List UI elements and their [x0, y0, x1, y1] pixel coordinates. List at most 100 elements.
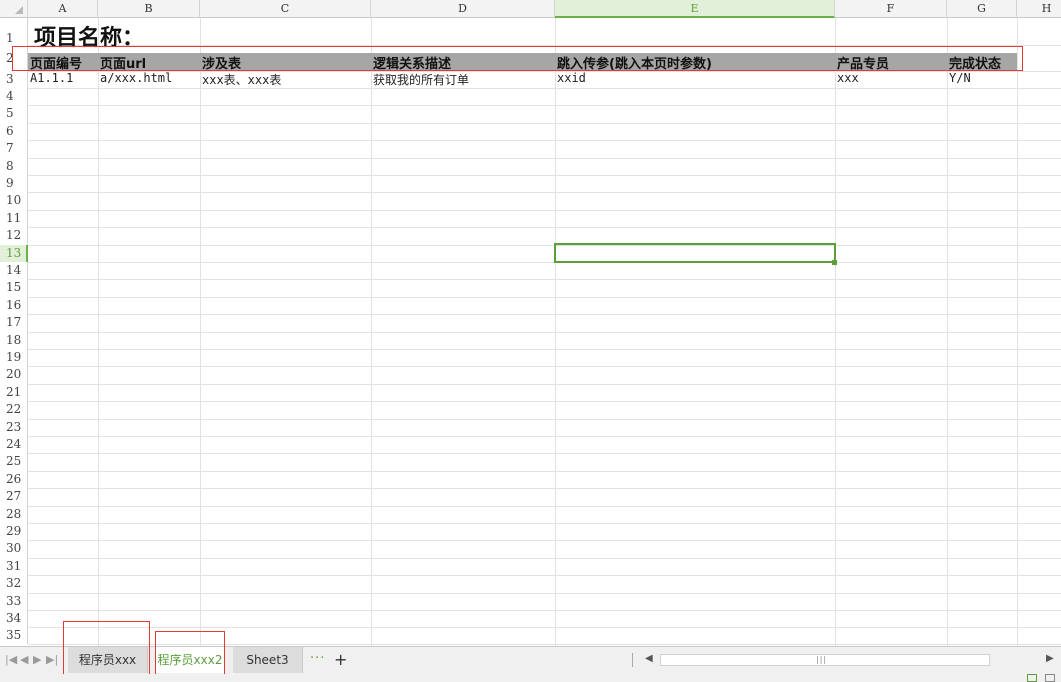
grid-line — [28, 592, 1061, 594]
row-header[interactable]: 22 — [0, 401, 28, 419]
column-header-f[interactable]: F — [835, 0, 947, 18]
cell-a3[interactable]: A1.1.1 — [28, 71, 73, 85]
row-header[interactable]: 1 — [0, 18, 28, 45]
fill-handle[interactable] — [832, 260, 837, 265]
row-header[interactable]: 15 — [0, 279, 28, 297]
last-sheet-icon[interactable]: ▶| — [46, 653, 58, 666]
column-header-b[interactable]: B — [98, 0, 200, 18]
row-header[interactable]: 18 — [0, 331, 28, 349]
row-header[interactable]: 12 — [0, 227, 28, 245]
row-header[interactable]: 14 — [0, 262, 28, 280]
row-header[interactable]: 23 — [0, 418, 28, 436]
grid-line — [28, 366, 1061, 368]
header-status[interactable]: 完成状态 — [947, 53, 1001, 72]
grid-line — [28, 331, 1061, 333]
row-header[interactable]: 20 — [0, 366, 28, 384]
header-logic[interactable]: 逻辑关系描述 — [371, 53, 451, 72]
column-header-e[interactable]: E — [555, 0, 835, 18]
header-params[interactable]: 跳入传参(跳入本页时参数) — [555, 53, 712, 72]
grid-line — [28, 262, 1061, 263]
sheet-tab-1[interactable]: 程序员xxx — [68, 647, 148, 673]
scroll-splitter[interactable] — [632, 653, 633, 667]
row-header[interactable]: 5 — [0, 105, 28, 123]
row-header[interactable]: 29 — [0, 523, 28, 541]
row-header[interactable]: 4 — [0, 88, 28, 106]
spreadsheet-grid[interactable]: A B C D E F G H 1 2 3 4 5 6 7 8 9 10 11 12 13 14 15 16 1… — [0, 0, 1061, 646]
grid-line — [28, 575, 1061, 577]
grid-line — [28, 557, 1061, 559]
row-header[interactable]: 2 — [0, 45, 28, 71]
cell-c3[interactable]: xxx表、xxx表 — [200, 71, 281, 88]
column-header-d[interactable]: D — [371, 0, 555, 18]
row-header[interactable]: 21 — [0, 383, 28, 402]
more-sheets-icon[interactable]: ··· — [310, 651, 325, 666]
add-sheet-icon[interactable]: + — [334, 650, 347, 669]
grid-line — [28, 175, 1061, 176]
grid-line — [28, 45, 1061, 46]
grid-line — [28, 279, 1061, 281]
scroll-left-icon[interactable]: ◀ — [645, 653, 653, 664]
header-page-number[interactable]: 页面编号 — [28, 53, 82, 72]
row-header[interactable]: 26 — [0, 470, 28, 489]
row-header[interactable]: 8 — [0, 157, 28, 175]
grid-line — [28, 488, 1061, 490]
prev-sheet-icon[interactable]: ◀ — [20, 653, 28, 666]
column-header-a[interactable]: A — [28, 0, 98, 18]
status-bar — [0, 674, 1061, 682]
grid-line — [28, 610, 1061, 611]
grid-line — [28, 314, 1061, 316]
row-header[interactable]: 25 — [0, 453, 28, 471]
row-header[interactable]: 30 — [0, 540, 28, 558]
row-header[interactable]: 13 — [0, 244, 28, 262]
first-sheet-icon[interactable]: |◀ — [5, 653, 17, 666]
row-header[interactable]: 10 — [0, 192, 28, 210]
grid-line — [28, 296, 1061, 298]
row-header[interactable]: 31 — [0, 557, 28, 576]
grid-line — [28, 140, 1061, 142]
header-page-url[interactable]: 页面url — [98, 53, 146, 72]
header-tables[interactable]: 涉及表 — [200, 53, 241, 72]
row-header[interactable]: 16 — [0, 296, 28, 315]
row-header[interactable]: 34 — [0, 610, 28, 628]
header-product-owner[interactable]: 产品专员 — [835, 53, 889, 72]
scroll-right-icon[interactable]: ▶ — [1046, 653, 1054, 664]
next-sheet-icon[interactable]: ▶ — [33, 653, 41, 666]
grid-line — [28, 505, 1061, 507]
select-all-corner[interactable] — [0, 0, 28, 18]
sheet-tab-2[interactable]: 程序员xxx2 — [155, 647, 225, 673]
grid-line — [28, 209, 1061, 211]
row-header[interactable]: 27 — [0, 488, 28, 506]
grid-line — [28, 540, 1061, 542]
row-header[interactable]: 7 — [0, 140, 28, 158]
sheet-tab-3[interactable]: Sheet3 — [233, 647, 303, 673]
normal-view-icon[interactable] — [1027, 674, 1037, 682]
cell-e3[interactable]: xxid — [555, 71, 586, 85]
row-header[interactable]: 6 — [0, 122, 28, 141]
row-header[interactable]: 19 — [0, 349, 28, 367]
row-header[interactable]: 3 — [0, 71, 28, 88]
row-header[interactable]: 9 — [0, 175, 28, 193]
project-title[interactable]: 项目名称： — [32, 20, 144, 52]
grid-line — [28, 383, 1061, 385]
row-header[interactable]: 24 — [0, 436, 28, 454]
row-header[interactable]: 35 — [0, 627, 28, 645]
cell-g3[interactable]: Y/N — [947, 71, 971, 85]
cell-f3[interactable]: xxx — [835, 71, 859, 85]
grid-line — [28, 418, 1061, 420]
row-header[interactable]: 17 — [0, 314, 28, 332]
grid-line — [28, 627, 1061, 629]
row-header[interactable]: 28 — [0, 505, 28, 523]
horizontal-scrollbar[interactable]: ||| — [660, 654, 990, 666]
selected-cell-e13[interactable] — [554, 243, 836, 263]
column-header-c[interactable]: C — [200, 0, 371, 18]
grid-line — [28, 105, 1061, 107]
grid-line — [28, 436, 1061, 437]
cell-d3[interactable]: 获取我的所有订单 — [371, 71, 469, 88]
column-header-g[interactable]: G — [947, 0, 1017, 18]
row-header[interactable]: 11 — [0, 209, 28, 228]
row-header[interactable]: 33 — [0, 592, 28, 610]
column-header-h[interactable]: H — [1017, 0, 1061, 18]
row-header[interactable]: 32 — [0, 575, 28, 593]
cell-b3[interactable]: a/xxx.html — [98, 71, 172, 85]
page-layout-icon[interactable] — [1045, 674, 1055, 682]
